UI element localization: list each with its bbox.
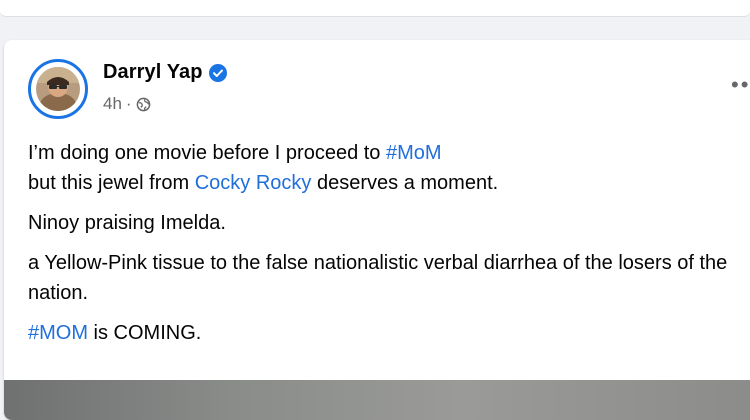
cocky-rocky-link[interactable]: Cocky Rocky xyxy=(195,172,312,194)
more-options-icon[interactable]: ••• xyxy=(731,74,750,96)
body-line-2-pre: but this jewel from xyxy=(28,172,195,194)
post-paragraph-4: #MOM is COMING. xyxy=(28,318,738,348)
previous-post-edge xyxy=(0,0,750,17)
avatar-image xyxy=(36,67,80,111)
body-line-1: I’m doing one movie before I proceed to xyxy=(28,142,386,164)
post-paragraph-3: a Yellow-Pink tissue to the false nation… xyxy=(28,252,728,304)
post-media-image[interactable] xyxy=(4,380,750,420)
post-timestamp[interactable]: 4h xyxy=(103,94,122,114)
post-text: I’m doing one movie before I proceed to … xyxy=(28,138,738,358)
author-name[interactable]: Darryl Yap xyxy=(103,61,203,84)
hashtag-MOM-link[interactable]: #MOM xyxy=(28,322,88,344)
post-paragraph-1: I’m doing one movie before I proceed to … xyxy=(28,138,738,198)
globe-icon[interactable] xyxy=(136,97,151,112)
verified-badge-icon xyxy=(208,63,227,82)
body-line-2-post: deserves a moment. xyxy=(311,172,499,194)
post-paragraph-2: Ninoy praising Imelda. xyxy=(28,212,226,234)
meta-separator: · xyxy=(125,94,132,113)
post-card: Darryl Yap 4h · ••• I’m doing one movie … xyxy=(4,40,750,420)
hashtag-mom-link[interactable]: #MoM xyxy=(386,142,442,164)
profile-avatar[interactable] xyxy=(28,59,88,119)
body-line-coming: is COMING. xyxy=(88,322,202,344)
